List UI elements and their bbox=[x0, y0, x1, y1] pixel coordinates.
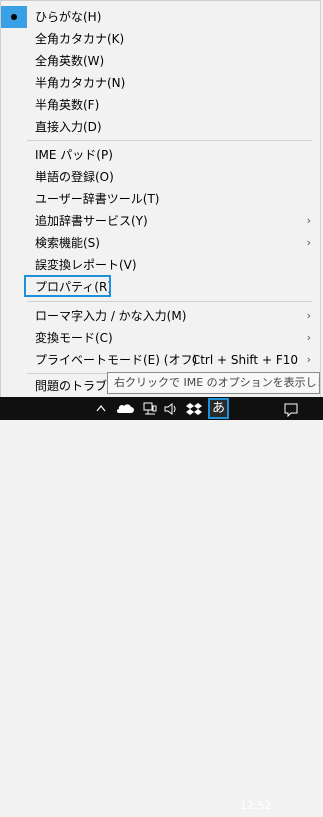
menu-item-conversion-mode[interactable]: 変換モード(C) › bbox=[1, 327, 320, 349]
menu-item-label: 全角英数(W) bbox=[35, 54, 105, 68]
ime-mode-button[interactable]: あ bbox=[208, 398, 229, 419]
properties-highlight-box bbox=[24, 275, 111, 297]
ime-context-menu: ひらがな(H) 全角カタカナ(K) 全角英数(W) 半角カタカナ(N) 半角英数… bbox=[0, 0, 321, 397]
menu-item-zenkaku-katakana[interactable]: 全角カタカナ(K) bbox=[1, 28, 320, 50]
menu-item-label: ユーザー辞書ツール(T) bbox=[35, 192, 160, 206]
menu-item-label: IME パッド(P) bbox=[35, 148, 113, 162]
menu-item-label: 追加辞書サービス(Y) bbox=[35, 214, 148, 228]
menu-item-search[interactable]: 検索機能(S) › bbox=[1, 232, 320, 254]
submenu-arrow-icon: › bbox=[306, 309, 311, 322]
menu-item-hiragana[interactable]: ひらがな(H) bbox=[1, 6, 320, 28]
menu-item-label: プライベートモード(E) (オフ) bbox=[35, 353, 198, 367]
submenu-arrow-icon: › bbox=[306, 353, 311, 366]
clock-time[interactable]: 12:52 bbox=[240, 794, 272, 817]
menu-item-label: 誤変換レポート(V) bbox=[35, 258, 137, 272]
submenu-arrow-icon: › bbox=[306, 214, 311, 227]
menu-item-hankaku-katakana[interactable]: 半角カタカナ(N) bbox=[1, 72, 320, 94]
submenu-arrow-icon: › bbox=[306, 331, 311, 344]
chevron-up-icon[interactable] bbox=[94, 397, 108, 420]
menu-item-hankaku-eisu[interactable]: 半角英数(F) bbox=[1, 94, 320, 116]
volume-icon[interactable] bbox=[162, 397, 180, 420]
menu-item-direct-input[interactable]: 直接入力(D) bbox=[1, 116, 320, 138]
menu-item-label: 単語の登録(O) bbox=[35, 170, 114, 184]
menu-item-label: 検索機能(S) bbox=[35, 236, 100, 250]
dropbox-icon[interactable] bbox=[184, 397, 204, 420]
menu-item-ime-pad[interactable]: IME パッド(P) bbox=[1, 144, 320, 166]
menu-item-label: 変換モード(C) bbox=[35, 331, 113, 345]
menu-item-private-mode[interactable]: プライベートモード(E) (オフ) Ctrl + Shift + F10 › bbox=[1, 349, 320, 371]
selected-bullet-icon bbox=[1, 6, 27, 28]
menu-item-label: 全角カタカナ(K) bbox=[35, 32, 125, 46]
menu-item-label: 半角カタカナ(N) bbox=[35, 76, 126, 90]
menu-item-user-dictionary-tool[interactable]: ユーザー辞書ツール(T) bbox=[1, 188, 320, 210]
ime-tooltip: 右クリックで IME のオプションを表示します。 bbox=[107, 372, 320, 394]
menu-item-romaji-kana-input[interactable]: ローマ字入力 / かな入力(M) › bbox=[1, 305, 320, 327]
submenu-arrow-icon: › bbox=[306, 236, 311, 249]
menu-item-conversion-report[interactable]: 誤変換レポート(V) bbox=[1, 254, 320, 276]
menu-separator bbox=[27, 140, 312, 141]
menu-item-word-register[interactable]: 単語の登録(O) bbox=[1, 166, 320, 188]
taskbar: 12:52 bbox=[0, 397, 323, 812]
menu-item-additional-dictionary[interactable]: 追加辞書サービス(Y) › bbox=[1, 210, 320, 232]
shortcut-text: Ctrl + Shift + F10 bbox=[191, 353, 298, 367]
onedrive-cloud-icon[interactable] bbox=[114, 397, 136, 420]
menu-item-label: ひらがな(H) bbox=[35, 10, 102, 24]
menu-item-zenkaku-eisu[interactable]: 全角英数(W) bbox=[1, 50, 320, 72]
menu-separator bbox=[27, 301, 312, 302]
menu-item-label: 直接入力(D) bbox=[35, 120, 102, 134]
menu-item-label: ローマ字入力 / かな入力(M) bbox=[35, 309, 187, 323]
menu-item-label: 半角英数(F) bbox=[35, 98, 100, 112]
notification-icon[interactable] bbox=[282, 397, 300, 420]
network-icon[interactable] bbox=[141, 397, 159, 420]
